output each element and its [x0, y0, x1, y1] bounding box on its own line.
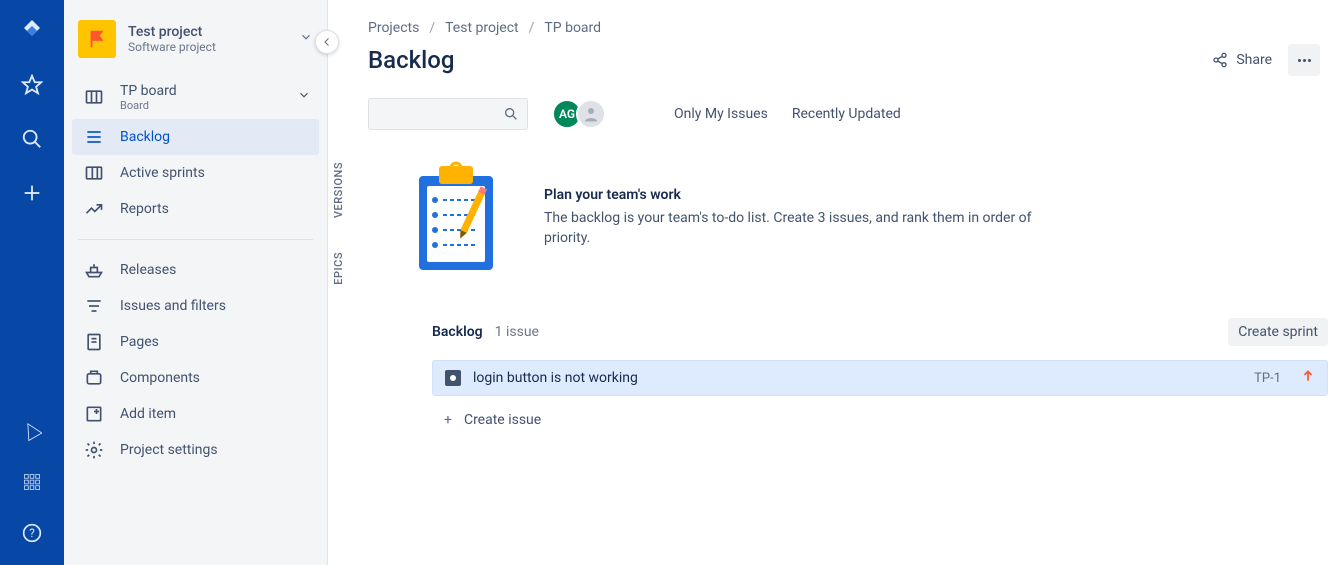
sidebar-item-label: Project settings: [120, 442, 218, 458]
sidebar-item-label: Pages: [120, 334, 159, 350]
project-name: Test project: [128, 24, 216, 40]
sidebar-item-label: Issues and filters: [120, 298, 226, 314]
sidebar-item-label: Components: [120, 370, 200, 386]
component-icon: [84, 368, 104, 388]
global-nav: ?: [0, 0, 64, 565]
svg-text:?: ?: [29, 526, 35, 540]
divider: [78, 239, 313, 240]
notification-icon[interactable]: [22, 421, 42, 445]
help-icon[interactable]: ?: [22, 523, 42, 547]
board-icon: [84, 87, 104, 107]
sidebar-item-label: Releases: [120, 262, 176, 278]
chevron-down-icon: [299, 30, 313, 48]
apps-icon[interactable]: [23, 473, 41, 495]
board-name: TP board: [120, 82, 177, 100]
share-button[interactable]: Share: [1212, 52, 1272, 68]
reports-icon: [84, 199, 104, 219]
search-icon[interactable]: [21, 128, 43, 154]
issue-title: login button is not working: [473, 370, 638, 386]
breadcrumb-project[interactable]: Test project: [445, 20, 519, 36]
sidebar-item-project-settings[interactable]: Project settings: [72, 432, 319, 468]
recently-updated-filter[interactable]: Recently Updated: [792, 106, 901, 122]
sidebar-item-label: Add item: [120, 406, 176, 422]
jira-logo-icon[interactable]: [20, 18, 44, 46]
sidebar-item-add-item[interactable]: Add item: [72, 396, 319, 432]
issue-type-icon: [445, 370, 461, 386]
priority-high-icon: [1301, 369, 1315, 387]
filter-icon: [84, 296, 104, 316]
sprints-icon: [84, 163, 104, 183]
share-label: Share: [1236, 52, 1272, 68]
sidebar-item-label: Reports: [120, 201, 169, 217]
plus-icon: +: [444, 412, 452, 428]
plus-icon[interactable]: [21, 182, 43, 208]
sidebar-item-pages[interactable]: Pages: [72, 324, 319, 360]
project-sidebar: Test project Software project TP board B…: [64, 0, 328, 565]
chevron-down-icon: [297, 88, 311, 106]
project-type: Software project: [128, 40, 216, 54]
gear-icon: [84, 440, 104, 460]
board-type: Board: [120, 100, 177, 111]
breadcrumb-board[interactable]: TP board: [544, 20, 601, 36]
avatar-group: AG: [552, 99, 606, 129]
main-content: VERSIONS EPICS Projects / Test project /…: [328, 0, 1334, 565]
search-icon: [503, 106, 519, 122]
issue-row[interactable]: login button is not working TP-1: [432, 360, 1328, 396]
only-my-issues-filter[interactable]: Only My Issues: [674, 106, 768, 122]
epics-tab[interactable]: EPICS: [332, 252, 345, 285]
breadcrumb-sep: /: [529, 20, 535, 36]
promo-panel: Plan your team's work The backlog is you…: [396, 158, 1328, 278]
clipboard-illustration: [396, 158, 516, 278]
sidebar-item-active-sprints[interactable]: Active sprints: [72, 155, 319, 191]
sidebar-item-releases[interactable]: Releases: [72, 252, 319, 288]
breadcrumb-root[interactable]: Projects: [368, 20, 419, 36]
sidebar-item-label: Active sprints: [120, 165, 205, 181]
promo-title: Plan your team's work: [544, 187, 1044, 203]
sidebar-item-backlog[interactable]: Backlog: [72, 119, 319, 155]
dot-icon: [1298, 59, 1301, 62]
project-logo-icon: [78, 20, 116, 58]
versions-tab[interactable]: VERSIONS: [332, 162, 345, 218]
backlog-icon: [84, 127, 104, 147]
collapse-sidebar-button[interactable]: [315, 30, 339, 54]
sidebar-item-components[interactable]: Components: [72, 360, 319, 396]
sidebar-item-label: Backlog: [120, 129, 170, 145]
sidebar-item-issues-filters[interactable]: Issues and filters: [72, 288, 319, 324]
add-item-icon: [84, 404, 104, 424]
create-issue-label: Create issue: [464, 412, 541, 428]
page-title: Backlog: [368, 46, 454, 74]
backlog-label: Backlog: [432, 324, 483, 340]
create-issue-button[interactable]: + Create issue: [432, 408, 1328, 432]
dot-icon: [1308, 59, 1311, 62]
breadcrumb-sep: /: [429, 20, 435, 36]
backlog-count: 1 issue: [495, 324, 539, 340]
search-input[interactable]: [368, 98, 528, 130]
breadcrumb: Projects / Test project / TP board: [368, 20, 1328, 36]
page-icon: [84, 332, 104, 352]
star-icon[interactable]: [21, 74, 43, 100]
sidebar-item-board[interactable]: TP board Board: [72, 74, 319, 119]
dot-icon: [1303, 59, 1306, 62]
ship-icon: [84, 260, 104, 280]
more-button[interactable]: [1288, 44, 1320, 76]
avatar-unassigned[interactable]: [576, 99, 606, 129]
issue-key: TP-1: [1254, 371, 1281, 386]
promo-body: The backlog is your team's to-do list. C…: [544, 209, 1044, 248]
project-header[interactable]: Test project Software project: [64, 20, 327, 74]
sidebar-item-reports[interactable]: Reports: [72, 191, 319, 227]
create-sprint-button[interactable]: Create sprint: [1228, 318, 1328, 346]
